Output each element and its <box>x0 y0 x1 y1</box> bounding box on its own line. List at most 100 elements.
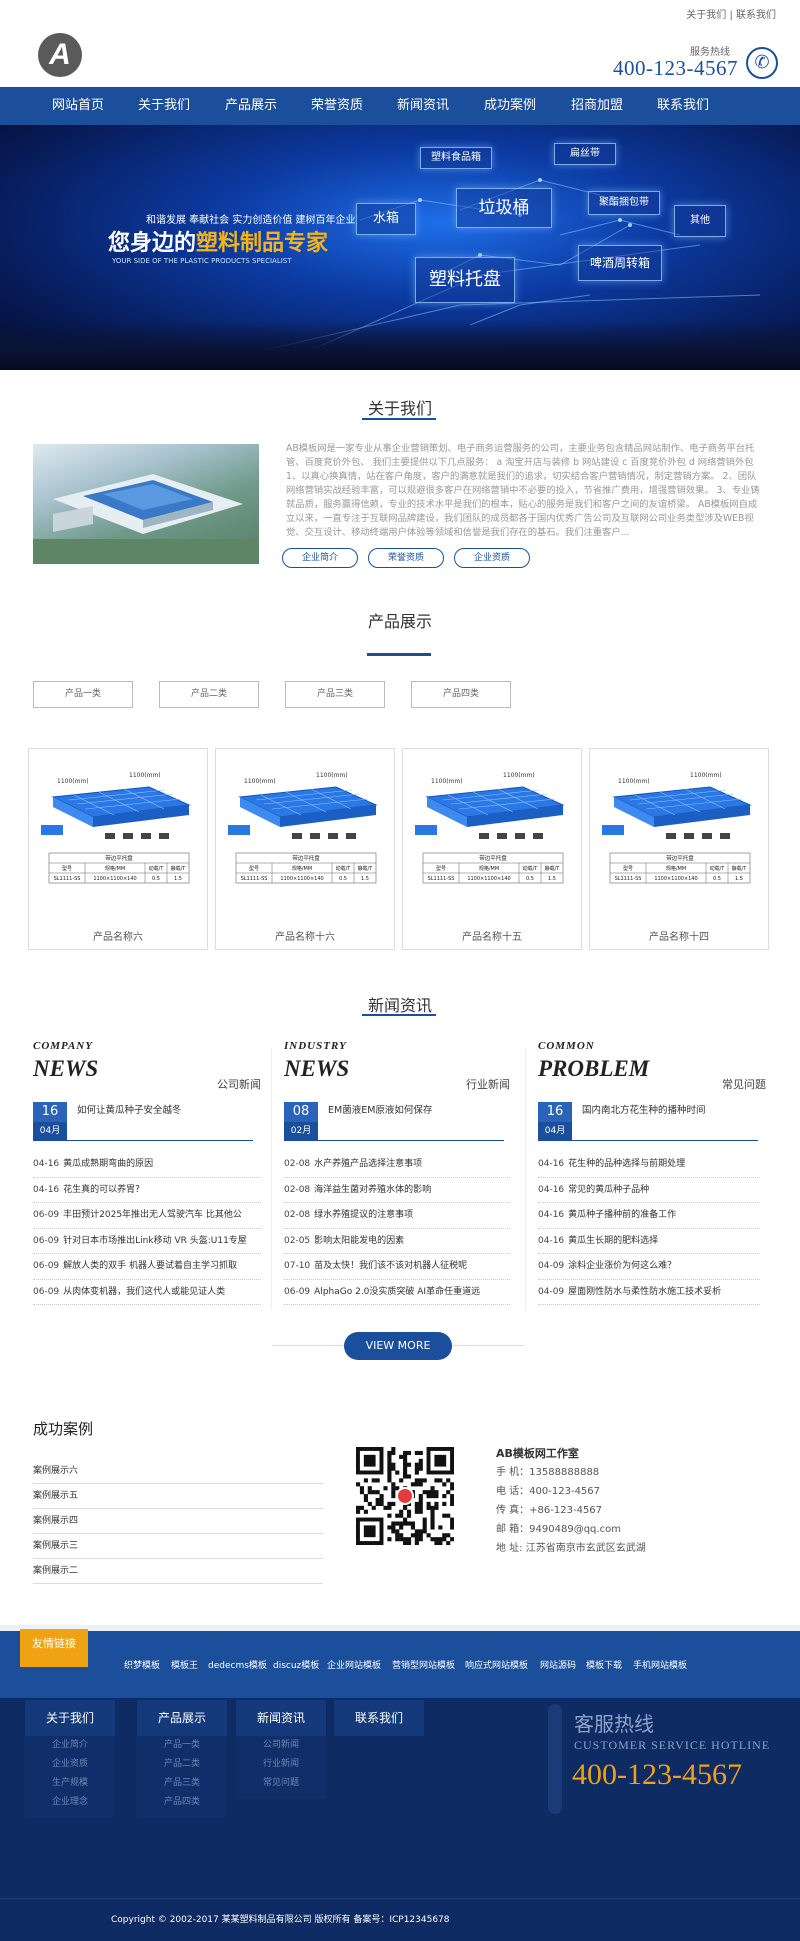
friend-link[interactable]: 营销型网站模板 <box>392 1658 455 1671</box>
news-row[interactable]: 07-10 苗及太快！我们该不该对机器人征税呢 <box>284 1254 510 1280</box>
svg-text:带边平托盘: 带边平托盘 <box>105 854 133 862</box>
friend-link[interactable]: 手机网站模板 <box>633 1658 687 1671</box>
news-col-cn[interactable]: 行业新闻 <box>466 1076 510 1092</box>
news-row[interactable]: 02-05 影响太阳能发电的因素 <box>284 1229 510 1254</box>
friend-link[interactable]: 网站源码 <box>540 1658 576 1671</box>
case-item[interactable]: 案例展示三 <box>33 1534 323 1559</box>
product-card[interactable]: 1100(mm) 1100(mm) 带边平托盘 型号 规格/MM 动载/T 静载/T SL11… <box>215 748 395 950</box>
products-title: 产品展示 <box>367 612 432 631</box>
product-card[interactable]: 1100(mm) 1100(mm) 带边平托盘 型号 规格/MM 动载/T 静载/T SL11… <box>589 748 769 950</box>
nav-item-about[interactable]: 关于我们 <box>138 87 190 125</box>
footer-col-title[interactable]: 关于我们 <box>25 1700 115 1736</box>
footer-col-title[interactable]: 产品展示 <box>137 1700 227 1736</box>
footer-link[interactable]: 产品三类 <box>137 1774 227 1793</box>
footer-col-title[interactable]: 联系我们 <box>334 1700 424 1736</box>
banner-tag: 塑料托盘 <box>415 257 515 303</box>
news-row[interactable]: 04-09 涂料企业涨价为何这么难？ <box>538 1254 760 1280</box>
friend-link[interactable]: discuz模板 <box>273 1658 319 1671</box>
product-tab-3[interactable]: 产品三类 <box>285 681 385 708</box>
svg-text:1100×1100×140: 1100×1100×140 <box>280 876 323 882</box>
product-tab-4[interactable]: 产品四类 <box>411 681 511 708</box>
friend-link[interactable]: 企业网站模板 <box>327 1658 381 1671</box>
footer-link[interactable]: 企业简介 <box>25 1736 115 1755</box>
news-row[interactable]: 04-16 黄瓜种子播种前的准备工作 <box>538 1203 760 1229</box>
nav-item-join[interactable]: 招商加盟 <box>571 87 623 125</box>
news-row[interactable]: 04-16 黄瓜生长期的肥料选择 <box>538 1229 760 1254</box>
case-item[interactable]: 案例展示二 <box>33 1559 323 1584</box>
svg-text:1100(mm): 1100(mm) <box>503 772 535 779</box>
news-divider <box>33 1140 253 1141</box>
footer-link[interactable]: 产品四类 <box>137 1793 227 1812</box>
svg-text:1100(mm): 1100(mm) <box>431 778 463 785</box>
contact-phone: 电 话：400-123-4567 <box>496 1486 601 1497</box>
banner-tag: 其他 <box>674 205 726 237</box>
product-tab-1[interactable]: 产品一类 <box>33 681 133 708</box>
footer-hotline-number: 400-123-4567 <box>572 1758 742 1791</box>
feature-news-title[interactable]: 如何让黄瓜种子安全越冬 <box>77 1102 182 1116</box>
footer-link[interactable]: 企业资质 <box>25 1755 115 1774</box>
about-btn-honors[interactable]: 荣誉资质 <box>368 548 444 568</box>
news-row[interactable]: 04-09 屋面刚性防水与柔性防水施工技术妥析 <box>538 1280 760 1305</box>
news-row[interactable]: 04-16 黄瓜成熟期弯曲的原因 <box>33 1152 261 1178</box>
news-row[interactable]: 06-09 从肉体变机器，我们这代人或能见证人类 <box>33 1280 261 1305</box>
nav-item-cases[interactable]: 成功案例 <box>484 87 536 125</box>
news-col-en-top: INDUSTRY <box>284 1040 347 1052</box>
friend-link[interactable]: dedecms模板 <box>208 1658 267 1671</box>
news-col-separator <box>525 1048 526 1310</box>
news-row[interactable]: 04-16 花生真的可以养胃？ <box>33 1178 261 1203</box>
news-row[interactable]: 06-09 针对日本市场推出Link移动 VR 头盔:U11专屋 <box>33 1229 261 1254</box>
news-list: 04-16 花生种的品种选择与前期处理 04-16 常见的黄瓜种子品种 04-16 黄… <box>538 1152 760 1305</box>
news-row[interactable]: 02-08 绿水养殖提议的注意事项 <box>284 1203 510 1229</box>
news-col-en-top: COMMON <box>538 1040 595 1052</box>
feature-news-title[interactable]: 国内南北方花生种的播种时间 <box>582 1102 706 1116</box>
banner-tag: 水箱 <box>356 203 416 235</box>
news-row[interactable]: 06-09 解放人类的双手 机器人要试着自主学习抓取 <box>33 1254 261 1280</box>
case-item[interactable]: 案例展示四 <box>33 1509 323 1534</box>
footer-link[interactable]: 产品一类 <box>137 1736 227 1755</box>
more-line-right <box>452 1345 524 1346</box>
product-card[interactable]: 1100(mm) 1100(mm) 带边平托盘 型号 规格/MM 动载/T 静载/T SL11… <box>402 748 582 950</box>
footer-link[interactable]: 企业理念 <box>25 1793 115 1812</box>
about-btn-intro[interactable]: 企业简介 <box>282 548 358 568</box>
banner-tag: 聚酯捆包带 <box>588 191 660 215</box>
news-row[interactable]: 04-16 花生种的品种选择与前期处理 <box>538 1152 760 1178</box>
news-row[interactable]: 06-09 AlphaGo 2.0没实质突破 AI革命任重道远 <box>284 1280 510 1305</box>
hero-banner[interactable]: 和谐发展 奉献社会 实力创造价值 建树百年企业 您身边的塑料制品专家 YOUR … <box>0 125 800 370</box>
case-item[interactable]: 案例展示五 <box>33 1484 323 1509</box>
logo[interactable]: A <box>38 33 82 77</box>
news-row[interactable]: 04-16 常见的黄瓜种子品种 <box>538 1178 760 1203</box>
svg-text:SL1111-SS: SL1111-SS <box>54 876 81 882</box>
svg-text:规格/MM: 规格/MM <box>479 865 499 872</box>
friend-link[interactable]: 响应式网站模板 <box>465 1658 528 1671</box>
nav-item-products[interactable]: 产品展示 <box>225 87 277 125</box>
feature-news-title[interactable]: EM菌液EM原液如何保存 <box>328 1102 432 1116</box>
svg-text:0.5: 0.5 <box>152 876 160 882</box>
news-row[interactable]: 06-09 丰田预计2025年推出无人驾驶汽车 比其他公 <box>33 1203 261 1229</box>
svg-text:1100(mm): 1100(mm) <box>690 772 722 779</box>
footer-col-title[interactable]: 新闻资讯 <box>236 1700 326 1736</box>
footer-link[interactable]: 生产规模 <box>25 1774 115 1793</box>
product-card[interactable]: 1100(mm) 1100(mm) 带边平托盘 型号 规格/MM 动载/T 静载/T SL11… <box>28 748 208 950</box>
nav-item-home[interactable]: 网站首页 <box>52 87 104 125</box>
news-col-cn[interactable]: 公司新闻 <box>217 1076 261 1092</box>
view-more-button[interactable]: VIEW MORE <box>344 1332 452 1360</box>
news-row[interactable]: 02-08 水产养殖产品选择注意事项 <box>284 1152 510 1178</box>
footer-link[interactable]: 产品二类 <box>137 1755 227 1774</box>
svg-text:SL1111-SS: SL1111-SS <box>428 876 455 882</box>
friend-link[interactable]: 模板王 <box>171 1658 198 1671</box>
case-item[interactable]: 案例展示六 <box>33 1459 323 1484</box>
qr-code <box>356 1447 455 1546</box>
friend-link[interactable]: 织梦模板 <box>124 1658 160 1671</box>
nav-item-contact[interactable]: 联系我们 <box>657 87 709 125</box>
nav-item-honors[interactable]: 荣誉资质 <box>311 87 363 125</box>
footer-link[interactable]: 行业新闻 <box>236 1755 326 1774</box>
about-btn-qualification[interactable]: 企业资质 <box>454 548 530 568</box>
footer-link[interactable]: 公司新闻 <box>236 1736 326 1755</box>
news-col-cn[interactable]: 常见问题 <box>722 1076 766 1092</box>
product-tab-2[interactable]: 产品二类 <box>159 681 259 708</box>
friend-link[interactable]: 模板下载 <box>586 1658 622 1671</box>
news-row[interactable]: 02-08 海洋益生菌对养殖水体的影响 <box>284 1178 510 1203</box>
nav-item-news[interactable]: 新闻资讯 <box>397 87 449 125</box>
footer-link[interactable]: 常见问题 <box>236 1774 326 1793</box>
top-links[interactable]: 关于我们 | 联系我们 <box>686 6 776 21</box>
